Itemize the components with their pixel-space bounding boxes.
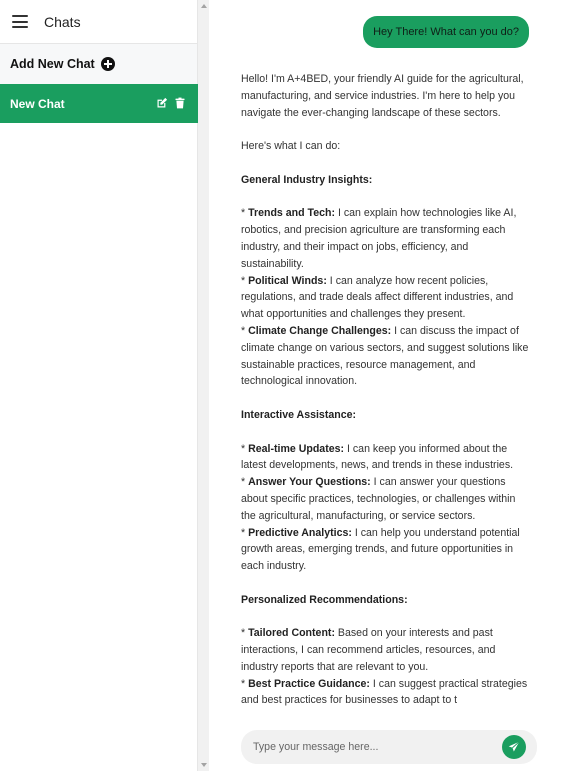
bot-intro: Hello! I'm A+4BED, your friendly AI guid… [241,73,524,119]
user-message-text: Hey There! What can you do? [373,26,519,38]
list-item: * Predictive Analytics: I can help you u… [241,526,520,573]
sidebar-header: Chats [0,0,197,44]
sidebar: Chats Add New Chat New Chat [0,0,198,771]
section-heading: General Industry Insights: [241,173,373,186]
message-input[interactable] [253,741,483,753]
add-new-chat-label: Add New Chat [10,57,95,71]
bot-lead: Here's what I can do: [241,140,341,153]
scroll-up-icon[interactable] [201,4,207,8]
plus-circle-icon [100,57,115,71]
send-icon [508,741,520,752]
chat-item-label: New Chat [10,96,65,111]
hamburger-icon[interactable] [12,15,28,28]
bot-message: Hello! I'm A+4BED, your friendly AI guid… [241,71,531,709]
sidebar-item-new-chat[interactable]: New Chat [0,84,198,123]
section-heading: Interactive Assistance: [241,408,357,421]
list-item: * Best Practice Guidance: I can suggest … [241,677,528,707]
edit-icon[interactable] [156,97,168,109]
trash-icon[interactable] [174,97,186,109]
sidebar-scrollbar[interactable] [198,0,209,771]
sidebar-title: Chats [44,13,81,30]
message-composer [241,730,537,764]
chat-main: Hey There! What can you do? Hello! I'm A… [209,0,561,771]
scroll-down-icon[interactable] [201,763,207,767]
list-item: * Answer Your Questions: I can answer yo… [241,476,516,522]
list-item: * Climate Change Challenges: I can discu… [241,324,529,388]
chat-actions [156,97,186,109]
list-item: * Political Winds: I can analyze how rec… [241,274,514,321]
list-item: * Trends and Tech: I can explain how tec… [241,207,517,270]
list-item: * Tailored Content: Based on your intere… [241,627,496,673]
send-button[interactable] [502,735,526,759]
section-heading: Personalized Recommendations: [241,593,408,606]
add-new-chat-button[interactable]: Add New Chat [0,44,197,84]
list-item: * Real-time Updates: I can keep you info… [241,442,514,472]
user-message-bubble: Hey There! What can you do? [363,16,529,48]
